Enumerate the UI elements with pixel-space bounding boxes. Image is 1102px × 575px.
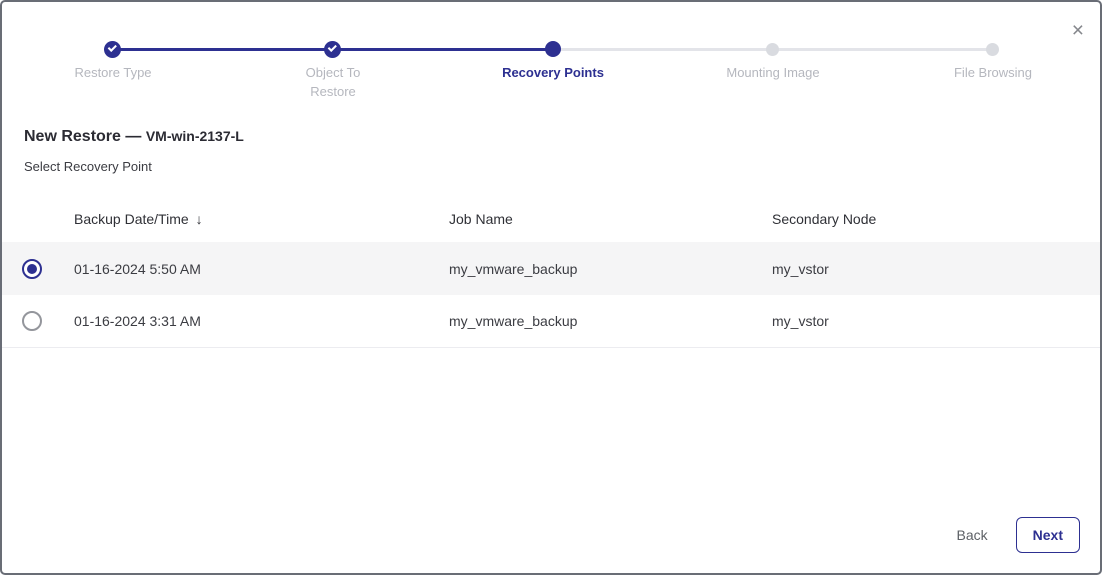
cell-job-name: my_vmware_backup: [449, 261, 772, 277]
cell-secondary-node: my_vstor: [772, 261, 1100, 277]
chevron-down-icon: [107, 43, 116, 52]
row-radio-selected[interactable]: [22, 259, 42, 279]
back-button[interactable]: Back: [957, 527, 988, 543]
stepper-connector: [333, 48, 553, 51]
column-label: Backup Date/Time: [74, 211, 189, 227]
step-label-object-to-restore[interactable]: Object To Restore: [288, 63, 378, 101]
cell-backup-datetime: 01-16-2024 3:31 AM: [74, 313, 449, 329]
step-active-icon: [545, 41, 561, 57]
stepper-connector: [553, 48, 773, 51]
stepper-connector: [773, 48, 993, 51]
step-label-restore-type[interactable]: Restore Type: [3, 63, 223, 82]
title-vm-name: VM-win-2137-L: [146, 128, 244, 144]
row-radio-unselected[interactable]: [22, 311, 42, 331]
column-job-name: Job Name: [449, 211, 772, 227]
cell-backup-datetime: 01-16-2024 5:50 AM: [74, 261, 449, 277]
step-label-recovery-points: Recovery Points: [443, 63, 663, 82]
step-upcoming-icon: [986, 43, 999, 56]
stepper-connector: [113, 48, 333, 51]
table-header: Backup Date/Time ↓ Job Name Secondary No…: [2, 196, 1100, 242]
column-secondary-node: Secondary Node: [772, 211, 1100, 227]
step-completed-icon: [324, 41, 341, 58]
cell-secondary-node: my_vstor: [772, 313, 1100, 329]
step-label-file-browsing: File Browsing: [883, 63, 1102, 82]
table-row[interactable]: 01-16-2024 5:50 AM my_vmware_backup my_v…: [2, 242, 1100, 295]
step-label-mounting-image: Mounting Image: [663, 63, 883, 82]
page-subtitle: Select Recovery Point: [24, 159, 1078, 174]
step-completed-icon: [104, 41, 121, 58]
wizard-stepper: Restore Type Object To Restore Recovery …: [2, 2, 1100, 102]
cell-job-name: my_vmware_backup: [449, 313, 772, 329]
page-title: New Restore — VM-win-2137-L: [24, 128, 1078, 146]
table-row[interactable]: 01-16-2024 3:31 AM my_vmware_backup my_v…: [2, 295, 1100, 348]
dialog-footer: Back Next: [957, 517, 1080, 553]
chevron-down-icon: [327, 43, 336, 52]
title-prefix: New Restore —: [24, 128, 141, 145]
new-restore-dialog: × Restore Type Object To Restore Recover…: [0, 0, 1102, 575]
step-upcoming-icon: [766, 43, 779, 56]
column-backup-datetime[interactable]: Backup Date/Time ↓: [74, 211, 449, 227]
next-button[interactable]: Next: [1016, 517, 1080, 553]
radio-dot: [27, 264, 37, 274]
sort-desc-icon[interactable]: ↓: [196, 211, 203, 227]
